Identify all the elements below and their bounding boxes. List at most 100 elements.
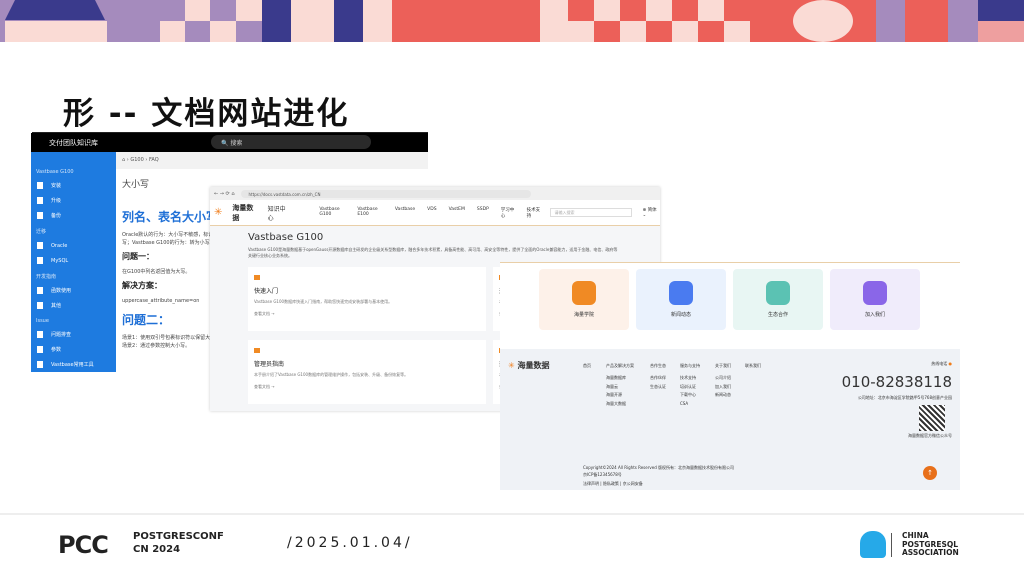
sidebar-item[interactable]: 安装 — [31, 178, 116, 193]
brand-sub: 知识中心 — [267, 205, 286, 222]
icp[interactable]: 京ICP备12345678号 — [583, 472, 622, 478]
footer-link[interactable]: 培训认证 — [680, 383, 700, 391]
nav-item[interactable]: VastEM — [449, 207, 465, 219]
nav-item[interactable]: VDS — [427, 207, 436, 219]
footer-link[interactable]: 公司介绍 — [715, 374, 731, 382]
document-icon — [37, 182, 43, 189]
footer-column-head[interactable]: 联系我们 — [745, 362, 761, 370]
card-text: 本手册介绍了Vastbase G100数据库的管理维护操作，包括安装、升级、备份… — [254, 372, 409, 377]
footer-link[interactable]: 生态认证 — [650, 383, 666, 391]
tile-icon — [863, 281, 887, 305]
nav-buttons-icon[interactable]: ← → ⟳ ⌂ — [214, 191, 235, 197]
document-icon — [37, 212, 43, 219]
nav-item[interactable]: SSDP — [477, 207, 489, 219]
qr-caption: 海量数据官方微信公众号 — [908, 433, 952, 438]
footer-link[interactable]: 技术支持 — [680, 374, 700, 382]
site-footer: ✳ 海量数据 首页 产品及解决方案 海量数据库 海量云 海量开源 海量大数据 合作生态 合作伙… — [500, 349, 960, 490]
sidebar-item-label: 问题排查 — [51, 332, 72, 338]
sidebar-item-label: MySQL — [51, 257, 69, 264]
footer-link[interactable]: 海量数据库 — [606, 374, 634, 382]
feature-tile[interactable]: 新闻动态 — [636, 269, 726, 330]
nav-item[interactable]: 技术支持 — [527, 207, 541, 219]
address: 公司地址：北京市海淀区学院路甲5号768创意产业园 — [857, 395, 952, 400]
feature-tile[interactable]: 海量学院 — [539, 269, 629, 330]
card-icon — [254, 275, 260, 280]
card-more-link[interactable]: 查看文档 → — [254, 384, 480, 390]
nav-item[interactable]: Vastbase G100 — [319, 207, 345, 219]
sidebar-item-label: 其他 — [51, 303, 62, 309]
document-icon — [37, 242, 43, 249]
document-icon — [37, 287, 43, 294]
document-icon — [37, 331, 43, 338]
nav-item[interactable]: Vastbase — [395, 207, 415, 219]
search-input[interactable]: 请输入搜索 — [550, 208, 633, 217]
phone-icon: ● — [948, 361, 953, 366]
footer-link[interactable]: 海量开源 — [606, 391, 634, 399]
footer-column-head[interactable]: 产品及解决方案 — [606, 362, 634, 370]
footer-link[interactable]: CSA — [680, 400, 700, 408]
product-heading: Vastbase G100 — [248, 232, 324, 243]
search-placeholder: 搜索 — [230, 140, 243, 147]
pcc-logo: PCC — [58, 531, 109, 559]
sidebar-item[interactable]: 函数使用 — [31, 283, 116, 298]
slide-title: 形 -- 文档网站进化 — [63, 96, 350, 132]
sidebar-item[interactable]: 备份 — [31, 208, 116, 223]
footer-column: 关于我们公司介绍 加入我们 新闻动态 — [715, 362, 731, 400]
tile-icon — [572, 281, 596, 305]
footer-link[interactable]: 新闻动态 — [715, 391, 731, 399]
url-bar[interactable]: https://docs.vastdata.com.cn/zh_CN — [240, 189, 531, 198]
card-title: 快速入门 — [254, 288, 279, 295]
tile-label: 生态合作 — [767, 312, 788, 318]
footer-column: 产品及解决方案 海量数据库 海量云 海量开源 海量大数据 — [606, 362, 634, 408]
document-icon — [37, 197, 43, 204]
hotline: 热线电话 ● — [931, 361, 953, 366]
nav-item[interactable]: Vastbase E100 — [357, 207, 383, 219]
language-select[interactable]: ⊕ 简体 ⌄ — [642, 207, 660, 218]
sidebar-item[interactable]: Vastbase常用工具 — [31, 357, 116, 372]
tile-icon — [669, 281, 693, 305]
footer-column-head[interactable]: 合作生态 — [650, 362, 666, 370]
card-title: 管理员指南 — [254, 361, 285, 368]
decorative-banner — [0, 0, 1024, 42]
logo-divider — [891, 533, 892, 557]
sidebar-item[interactable]: 问题排查 — [31, 327, 116, 342]
sidebar-item[interactable]: 其他 — [31, 298, 116, 313]
feature-tile[interactable]: 加入我们 — [830, 269, 920, 330]
tile-label: 加入我们 — [864, 312, 885, 318]
footer-link[interactable]: 海量云 — [606, 383, 634, 391]
top-nav: ✳ 海量数据 知识中心 Vastbase G100 Vastbase E100 Va… — [210, 200, 660, 226]
document-icon — [37, 346, 43, 353]
footer-link[interactable]: 海量大数据 — [606, 400, 634, 408]
sidebar-item[interactable]: 参数 — [31, 342, 116, 357]
footer-column: 联系我们 — [745, 362, 761, 374]
search-input[interactable]: 🔍 搜索 — [211, 135, 371, 149]
nav-item[interactable]: 学习中心 — [501, 207, 515, 219]
feature-tile[interactable]: 生态合作 — [733, 269, 823, 330]
sidebar-item[interactable]: 升级 — [31, 193, 116, 208]
sidebar-item[interactable]: Oracle — [31, 238, 116, 253]
tile-label: 海量学院 — [573, 312, 594, 318]
brand-name: 海量数据 — [232, 203, 254, 222]
back-to-top-button[interactable]: ↑ — [923, 466, 937, 480]
footer-column-head[interactable]: 服务与支持 — [680, 362, 700, 370]
page-heading: 大小写 — [122, 180, 150, 190]
card-more-link[interactable]: 查看文档 → — [254, 311, 480, 317]
footer-links[interactable]: 法律声明 | 隐私政策 | 京公网安备 — [583, 481, 643, 487]
footer-column-head[interactable]: 关于我们 — [715, 362, 731, 370]
document-icon — [37, 257, 43, 264]
homepage-screenshot: 海量学院 新闻动态 生态合作 加入我们 ✳ 海量数据 首页 产品及解决方案 海量数据库 海量… — [500, 262, 960, 490]
doc-card[interactable]: 管理员指南本手册介绍了Vastbase G100数据库的管理维护操作，包括安装、… — [248, 340, 486, 404]
product-description: Vastbase G100是海量数据基于openGauss开源数据库自主研发的企… — [248, 247, 618, 259]
footer-link[interactable]: 下载中心 — [680, 391, 700, 399]
association-name: CHINA POSTGRESQL ASSOCIATION — [902, 531, 959, 558]
sidebar-item-label: 备份 — [51, 213, 62, 219]
footer-link[interactable]: 加入我们 — [715, 383, 731, 391]
doc-card[interactable]: 快速入门 Vastbase G100数据库快速入门指南，帮助您快速完成安装部署与基… — [248, 267, 486, 331]
sidebar-item[interactable]: MySQL — [31, 253, 116, 268]
browser-bar: ← → ⟳ ⌂ https://docs.vastdata.com.cn/zh_C… — [210, 187, 660, 200]
sidebar-group-label: Vastbase G100 — [36, 169, 74, 175]
sidebar-group-label: 开发指南 — [36, 274, 57, 280]
footer-column-head[interactable]: 首页 — [583, 362, 591, 370]
sidebar-item-label: 升级 — [51, 198, 62, 204]
footer-link[interactable]: 合作伙伴 — [650, 374, 666, 382]
